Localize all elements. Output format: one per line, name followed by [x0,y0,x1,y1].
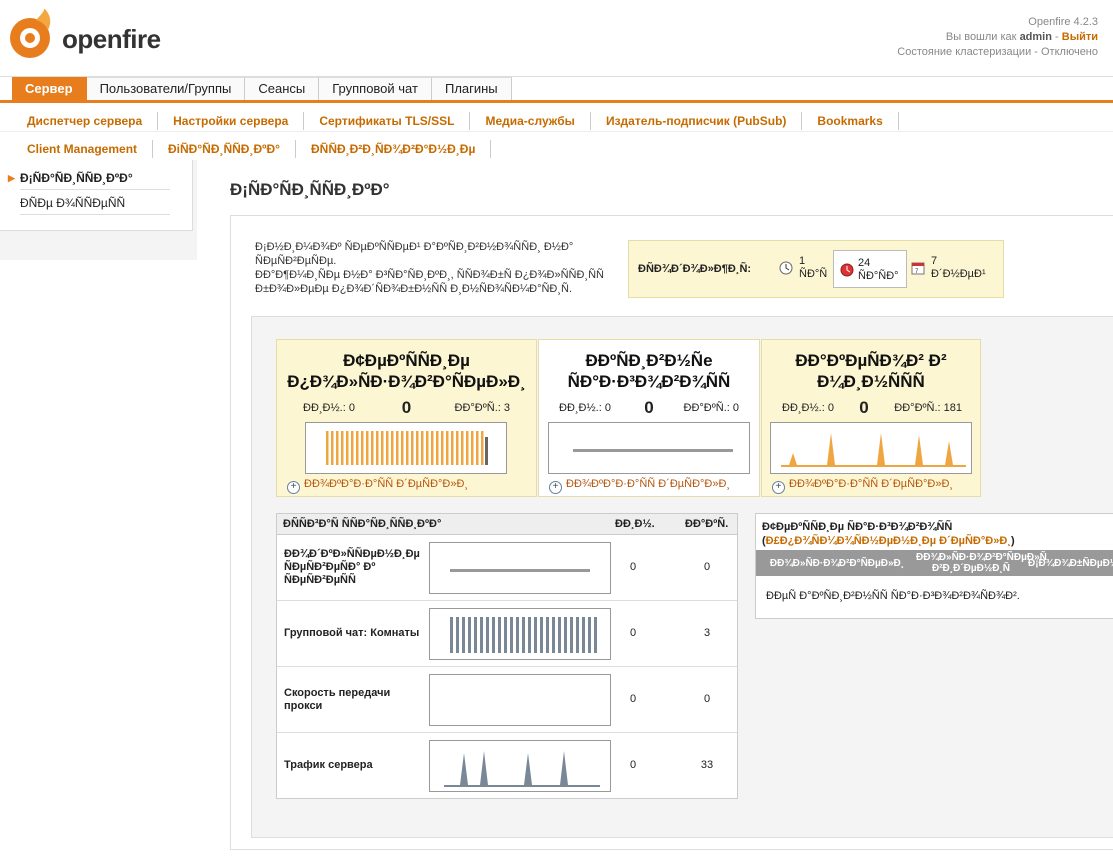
table-row: Скорость передачи прокси 0 0 [277,667,737,733]
current-conversations-box: Ð¢ÐµÐºÑÑÐ¸Ðµ ÑÐ°Ð·Ð³Ð¾Ð²Ð¾ÑÑ (Ð£Ð¿Ð¾ÑÐ¼Ð… [755,513,1113,619]
conversations-table-header: ÐÐ¾Ð»ÑÐ·Ð¾Ð²Ð°ÑÐµÐ»Ð¸ ÐÐ¾Ð»ÑÐ·Ð¾Ð²Ð°ÑÐµÐ… [756,550,1113,576]
openfire-logo-icon [10,8,51,58]
header: openfire Openfire 4.2.3 Вы вошли как adm… [0,0,1113,77]
card-packets-per-minute[interactable]: ÐÐ°ÐºÐµÑÐ¾Ð² Ð² Ð¼Ð¸Ð½ÑÑÑ ÐÐ¸Ð½.: 0 0 ÐÐ°… [761,339,981,497]
duration-selector: ÐÑÐ¾Ð´Ð¾Ð»Ð¶Ð¸Ñ: 1 ÑÐ°Ñ 24 ÑÐ°ÑÐ° 7 7 Ð´Ð½Ð… [628,240,1004,298]
subtabs-divider [0,131,1113,132]
subtab-server-manager[interactable]: Диспетчер сервера [12,112,159,130]
main-tabs: Сервер Пользователи/Группы Сеансы Группо… [12,77,512,100]
clock-red-icon [840,263,854,277]
subtabs-row-1: Диспетчер сервера Настройки сервера Серт… [12,111,899,131]
table-row: Групповой чат: Комнаты 0 3 [277,601,737,667]
plus-circle-icon: + [287,481,300,494]
tab-group-chat[interactable]: Групповой чат [319,77,432,100]
duration-7-days[interactable]: 7 7 Ð´Ð½ÐµÐ¹ [911,249,991,285]
plus-circle-icon: + [549,481,562,494]
logo-text: openfire [62,24,161,54]
tab-sessions[interactable]: Сеансы [245,77,320,100]
cluster-status: Состояние кластеризации - Отключено [897,46,1098,58]
sparkline-s2s[interactable] [429,542,611,594]
duration-label: ÐÑÐ¾Ð´Ð¾Ð»Ð¶Ð¸Ñ: [638,263,752,275]
card-title: ÐÐ°ÐºÐµÑÐ¾Ð² Ð² Ð¼Ð¸Ð½ÑÑÑ [795,351,947,391]
sidebar: ▶ Ð¡ÑÐ°ÑÐ¸ÑÑÐ¸ÐºÐ° ÐÑÐµ Ð¾ÑÑÐµÑÑ [0,160,197,260]
show-details-link[interactable]: + ÐÐ¾ÐºÐ°Ð·Ð°ÑÑ Ð´ÐµÑÐ°Ð»Ð¸ [287,478,468,494]
stats-table: ÐÑÑÐ³Ð°Ñ ÑÑÐ°ÑÐ¸ÑÑÐ¸ÐºÐ° ÐÐ¸Ð½. ÐÐ°ÐºÑ. … [276,513,738,799]
subtab-tls-certificates[interactable]: Сертификаты TLS/SSL [304,112,471,130]
no-conversations-text: ÐÐµÑ Ð°ÐºÑÐ¸Ð²Ð½ÑÑ ÑÐ°Ð·Ð³Ð¾Ð²Ð¾ÑÐ¾Ð². [766,590,1020,602]
page-title: Ð¡ÑÐ°ÑÐ¸ÑÑÐ¸ÐºÐ° [230,180,390,199]
card-title: ÐÐºÑÐ¸Ð²Ð½Ñе ÑÐ°Ð·Ð³Ð¾Ð²Ð¾ÑÑ [567,351,731,391]
header-info: Openfire 4.2.3 Вы вошли как admin - Выйт… [897,15,1098,60]
sparkline-proxy-transfer[interactable] [429,674,611,726]
intro-text: Ð¡Ð½Ð¸Ð¼Ð¾Ðº ÑÐµÐºÑÑÐµÐ¹ Ð°ÐºÑÐ¸Ð²Ð½Ð¾ÑÑ… [255,241,604,295]
tab-plugins[interactable]: Плагины [431,77,512,100]
conversations-title: Ð¢ÐµÐºÑÑÐ¸Ðµ ÑÐ°Ð·Ð³Ð¾Ð²Ð¾ÑÑ (Ð£Ð¿Ð¾ÑÐ¼Ð… [762,521,1015,547]
card-max: ÐÐ°ÐºÑ.: 181 [894,402,962,414]
sparkline-server-traffic[interactable] [429,740,611,792]
sparkline-group-chat-rooms[interactable] [429,608,611,660]
plus-circle-icon: + [772,481,785,494]
subtab-bookmarks[interactable]: Bookmarks [802,112,899,130]
subtab-pubsub[interactable]: Издатель-подписчик (PubSub) [591,112,803,130]
sparkline-packets[interactable] [770,422,972,474]
tab-server[interactable]: Сервер [12,77,87,100]
sparkline-current-users[interactable] [305,422,507,474]
card-title: Ð¢ÐµÐºÑÑÐ¸Ðµ Ð¿Ð¾Ð»ÑÐ·Ð¾Ð²Ð°ÑÐµÐ»Ð¸ [287,351,526,391]
sparkline-active-conversations[interactable] [548,422,750,474]
conversations-details-link[interactable]: Ð£Ð¿Ð¾ÑÐ¼Ð¾ÑÐ½ÐµÐ½Ð¸Ðµ Ð´ÐµÑÐ°Ð»Ð¸ [766,535,1011,547]
logout-link[interactable]: Выйти [1062,31,1098,43]
subtab-server-settings[interactable]: Настройки сервера [158,112,305,130]
subtab-client-management[interactable]: Client Management [12,140,154,158]
login-status: Вы вошли как admin - Выйти [945,31,1098,43]
calendar-icon: 7 [911,262,925,275]
subtabs-row-2: Client Management ÐiÑÐ°ÑÐ¸ÑÑÐ¸ÐºÐ° ÐÑÑÐ¸… [12,139,492,159]
charts-panel: Ð¢ÐµÐºÑÑÐ¸Ðµ Ð¿Ð¾Ð»ÑÐ·Ð¾Ð²Ð°ÑÐµÐ»Ð¸ ÐÐ¸Ð½… [251,316,1113,838]
tab-underline [0,100,1113,103]
duration-1-hour[interactable]: 1 ÑÐ°Ñ [779,249,831,285]
show-details-link[interactable]: + ÐÐ¾ÐºÐ°Ð·Ð°ÑÑ Ð´ÐµÑÐ°Ð»Ð¸ [772,478,953,494]
version-label: Openfire 4.2.3 [1028,16,1098,28]
sidebar-item-all-reports[interactable]: ÐÑÐµ Ð¾ÑÑÐµÑÑ [20,192,170,215]
show-details-link[interactable]: + ÐÐ¾ÐºÐ°Ð·Ð°ÑÑ Ð´ÐµÑÐ°Ð»Ð¸ [549,478,730,494]
content-panel: Ð¡Ð½Ð¸Ð¼Ð¾Ðº ÑÐµÐºÑÑÐµÐ¹ Ð°ÐºÑÐ¸Ð²Ð½Ð¾ÑÑ… [230,215,1113,850]
card-active-conversations[interactable]: ÐÐºÑÐ¸Ð²Ð½Ñе ÑÐ°Ð·Ð³Ð¾Ð²Ð¾ÑÑ ÐÐ¸Ð½.: 0 0 … [538,339,760,497]
stats-table-header: ÐÑÑÐ³Ð°Ñ ÑÑÐ°ÑÐ¸ÑÑÐ¸ÐºÐ° ÐÐ¸Ð½. ÐÐ°ÐºÑ. [277,514,737,535]
duration-24-hours[interactable]: 24 ÑÐ°ÑÐ° [833,250,907,288]
subtab-statistics[interactable]: ÐiÑÐ°ÑÐ¸ÑÑÐ¸ÐºÐ° [153,140,296,158]
tab-users-groups[interactable]: Пользователи/Группы [86,77,246,100]
sidebar-item-statistics[interactable]: ▶ Ð¡ÑÐ°ÑÐ¸ÑÑÐ¸ÐºÐ° [8,167,170,190]
clock-icon [779,261,793,275]
table-row: ÐÐ¾Ð´ÐºÐ»ÑÑÐµÐ½Ð¸Ðµ ÑÐµÑÐ²ÐµÑÐ° Ðº ÑÐµÑÐ… [277,535,737,601]
arrow-right-icon: ▶ [8,173,15,183]
card-max: ÐÐ°ÐºÑ.: 3 [454,402,510,414]
subtab-archiving[interactable]: ÐÑÑÐ¸Ð²Ð¸ÑÐ¾Ð²Ð°Ð½Ð¸Ðµ [296,140,492,158]
card-max: ÐÐ°ÐºÑ.: 0 [683,402,739,414]
table-row: Трафик сервера 0 33 [277,733,737,798]
sidebar-menu: ▶ Ð¡ÑÐ°ÑÐ¸ÑÑÐ¸ÐºÐ° ÐÑÐµ Ð¾ÑÑÐµÑÑ [0,160,193,231]
subtab-media-services[interactable]: Медиа-службы [470,112,591,130]
card-current-users[interactable]: Ð¢ÐµÐºÑÑÐ¸Ðµ Ð¿Ð¾Ð»ÑÐ·Ð¾Ð²Ð°ÑÐµÐ»Ð¸ ÐÐ¸Ð½… [276,339,537,497]
username: admin [1019,31,1052,43]
